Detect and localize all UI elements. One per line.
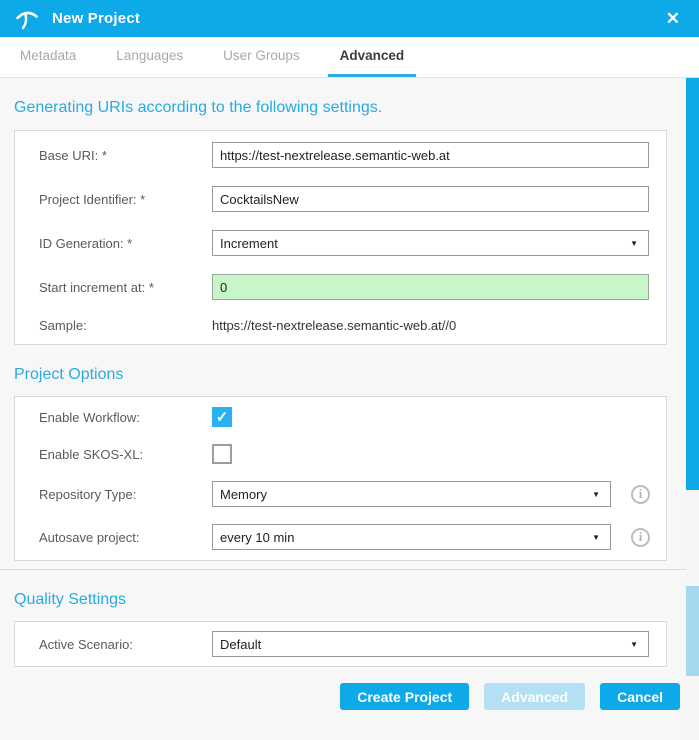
chevron-down-icon: ▼	[630, 239, 641, 248]
poolparty-umbrella-icon	[15, 7, 39, 31]
project-options-panel: Enable Workflow: ✓ Enable SKOS-XL: ✓ Rep…	[14, 396, 667, 561]
id-generation-label: ID Generation: *	[39, 236, 212, 251]
uri-settings-panel: Base URI: * https://test-nextrelease.sem…	[14, 130, 667, 345]
enable-workflow-checkbox[interactable]: ✓	[212, 407, 232, 427]
create-project-button[interactable]: Create Project	[340, 683, 469, 710]
base-uri-input[interactable]: https://test-nextrelease.semantic-web.at	[212, 142, 649, 168]
advanced-tab-content: Generating URIs according to the followi…	[0, 99, 699, 710]
scrollbar-thumb-main[interactable]	[686, 78, 699, 490]
chevron-down-icon: ▼	[592, 533, 603, 542]
autosave-selected-value: every 10 min	[220, 530, 294, 545]
tab-advanced[interactable]: Advanced	[328, 37, 417, 77]
repository-type-select[interactable]: Memory ▼	[212, 481, 611, 507]
project-identifier-label: Project Identifier: *	[39, 192, 212, 207]
repository-type-selected-value: Memory	[220, 487, 267, 502]
active-scenario-selected-value: Default	[220, 637, 261, 652]
active-scenario-select[interactable]: Default ▼	[212, 631, 649, 657]
start-increment-row: Start increment at: * 0	[15, 274, 666, 300]
base-uri-label: Base URI: *	[39, 148, 212, 163]
id-generation-selected-value: Increment	[220, 236, 278, 251]
new-project-dialog: New Project ✕ Metadata Languages User Gr…	[0, 0, 699, 740]
project-identifier-row: Project Identifier: * CocktailsNew	[15, 186, 666, 212]
chevron-down-icon: ▼	[592, 490, 603, 499]
tab-bar: Metadata Languages User Groups Advanced	[0, 37, 699, 78]
repository-type-label: Repository Type:	[39, 487, 212, 502]
autosave-row: Autosave project: every 10 min ▼ i	[15, 524, 666, 550]
section-divider	[0, 569, 699, 570]
dialog-title: New Project	[52, 10, 662, 27]
autosave-info-icon[interactable]: i	[631, 528, 650, 547]
active-scenario-label: Active Scenario:	[39, 637, 212, 652]
advanced-button[interactable]: Advanced	[484, 683, 585, 710]
vertical-scrollbar	[686, 78, 699, 740]
chevron-down-icon: ▼	[630, 640, 641, 649]
id-generation-select[interactable]: Increment ▼	[212, 230, 649, 256]
close-icon[interactable]: ✕	[662, 8, 684, 29]
base-uri-row: Base URI: * https://test-nextrelease.sem…	[15, 142, 666, 168]
start-increment-input[interactable]: 0	[212, 274, 649, 300]
project-identifier-input[interactable]: CocktailsNew	[212, 186, 649, 212]
sample-row: Sample: https://test-nextrelease.semanti…	[15, 318, 666, 333]
cancel-button[interactable]: Cancel	[600, 683, 680, 710]
autosave-label: Autosave project:	[39, 530, 212, 545]
dialog-action-buttons: Create Project Advanced Cancel	[14, 683, 680, 710]
repository-type-row: Repository Type: Memory ▼ i	[15, 481, 666, 507]
tab-metadata[interactable]: Metadata	[8, 37, 88, 77]
project-options-heading: Project Options	[14, 366, 667, 384]
enable-skos-xl-checkbox[interactable]: ✓	[212, 444, 232, 464]
enable-skos-xl-label: Enable SKOS-XL:	[39, 447, 212, 462]
sample-label: Sample:	[39, 318, 212, 333]
check-icon: ✓	[216, 410, 229, 425]
tab-user-groups[interactable]: User Groups	[211, 37, 312, 77]
id-generation-row: ID Generation: * Increment ▼	[15, 230, 666, 256]
scrollbar-thumb-secondary[interactable]	[686, 586, 699, 676]
repository-type-info-icon[interactable]: i	[631, 485, 650, 504]
dialog-titlebar: New Project ✕	[0, 0, 699, 37]
enable-workflow-row: Enable Workflow: ✓	[15, 407, 666, 427]
sample-uri-value: https://test-nextrelease.semantic-web.at…	[212, 318, 456, 333]
quality-settings-heading: Quality Settings	[14, 591, 667, 609]
start-increment-label: Start increment at: *	[39, 280, 212, 295]
autosave-select[interactable]: every 10 min ▼	[212, 524, 611, 550]
quality-settings-panel: Active Scenario: Default ▼	[14, 621, 667, 667]
active-scenario-row: Active Scenario: Default ▼	[15, 631, 666, 657]
uri-section-heading: Generating URIs according to the followi…	[14, 99, 667, 117]
enable-skos-xl-row: Enable SKOS-XL: ✓	[15, 444, 666, 464]
tab-languages[interactable]: Languages	[104, 37, 195, 77]
enable-workflow-label: Enable Workflow:	[39, 410, 212, 425]
